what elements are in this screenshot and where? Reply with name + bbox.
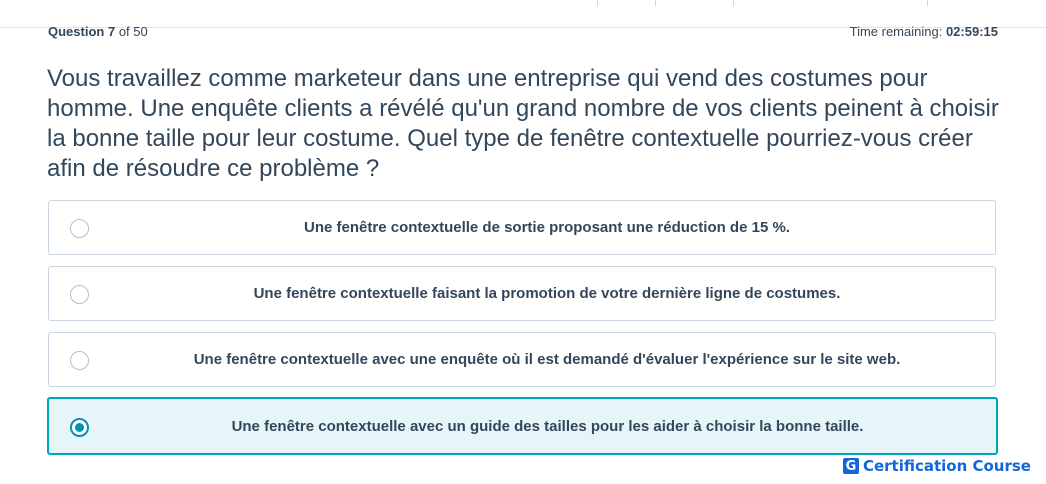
question-text: Vous travaillez comme marketeur dans une… xyxy=(47,65,999,182)
nav-divider xyxy=(733,0,734,6)
question-word: Question xyxy=(48,24,105,39)
answer-option-label: Une fenêtre contextuelle avec une enquêt… xyxy=(193,351,901,368)
answer-option-4[interactable]: Une fenêtre contextuelle avec un guide d… xyxy=(47,397,998,455)
time-value: 02:59:15 xyxy=(945,24,998,39)
time-label: Time remaining: xyxy=(849,24,943,39)
answer-option-3[interactable]: Une fenêtre contextuelle avec une enquêt… xyxy=(48,332,996,387)
radio-button-icon[interactable] xyxy=(70,219,89,238)
radio-button-selected-icon[interactable] xyxy=(70,418,89,437)
brand-logo-icon: G xyxy=(842,458,859,474)
radio-button-icon[interactable] xyxy=(70,351,89,370)
nav-divider xyxy=(927,0,928,6)
answer-option-label: Une fenêtre contextuelle faisant la prom… xyxy=(253,285,841,302)
quiz-meta-row: Question 7 of 50 Time remaining: 02:59:1… xyxy=(48,22,998,40)
radio-dot-icon xyxy=(75,423,84,432)
timer: Time remaining: 02:59:15 xyxy=(850,24,998,39)
question-number: 7 xyxy=(107,24,116,39)
answer-option-label: Une fenêtre contextuelle avec un guide d… xyxy=(231,417,864,435)
answer-option-1[interactable]: Une fenêtre contextuelle de sortie propo… xyxy=(48,200,996,255)
question-counter: Question 7 of 50 xyxy=(48,24,148,39)
brand-watermark: G Certification Course xyxy=(842,456,1031,476)
radio-button-icon[interactable] xyxy=(70,285,89,304)
nav-divider xyxy=(597,0,598,6)
brand-name: Certification Course xyxy=(862,457,1031,475)
nav-divider xyxy=(655,0,656,6)
answer-option-2[interactable]: Une fenêtre contextuelle faisant la prom… xyxy=(48,266,996,321)
answer-option-label: Une fenêtre contextuelle de sortie propo… xyxy=(304,219,790,236)
question-total: of 50 xyxy=(118,24,148,39)
